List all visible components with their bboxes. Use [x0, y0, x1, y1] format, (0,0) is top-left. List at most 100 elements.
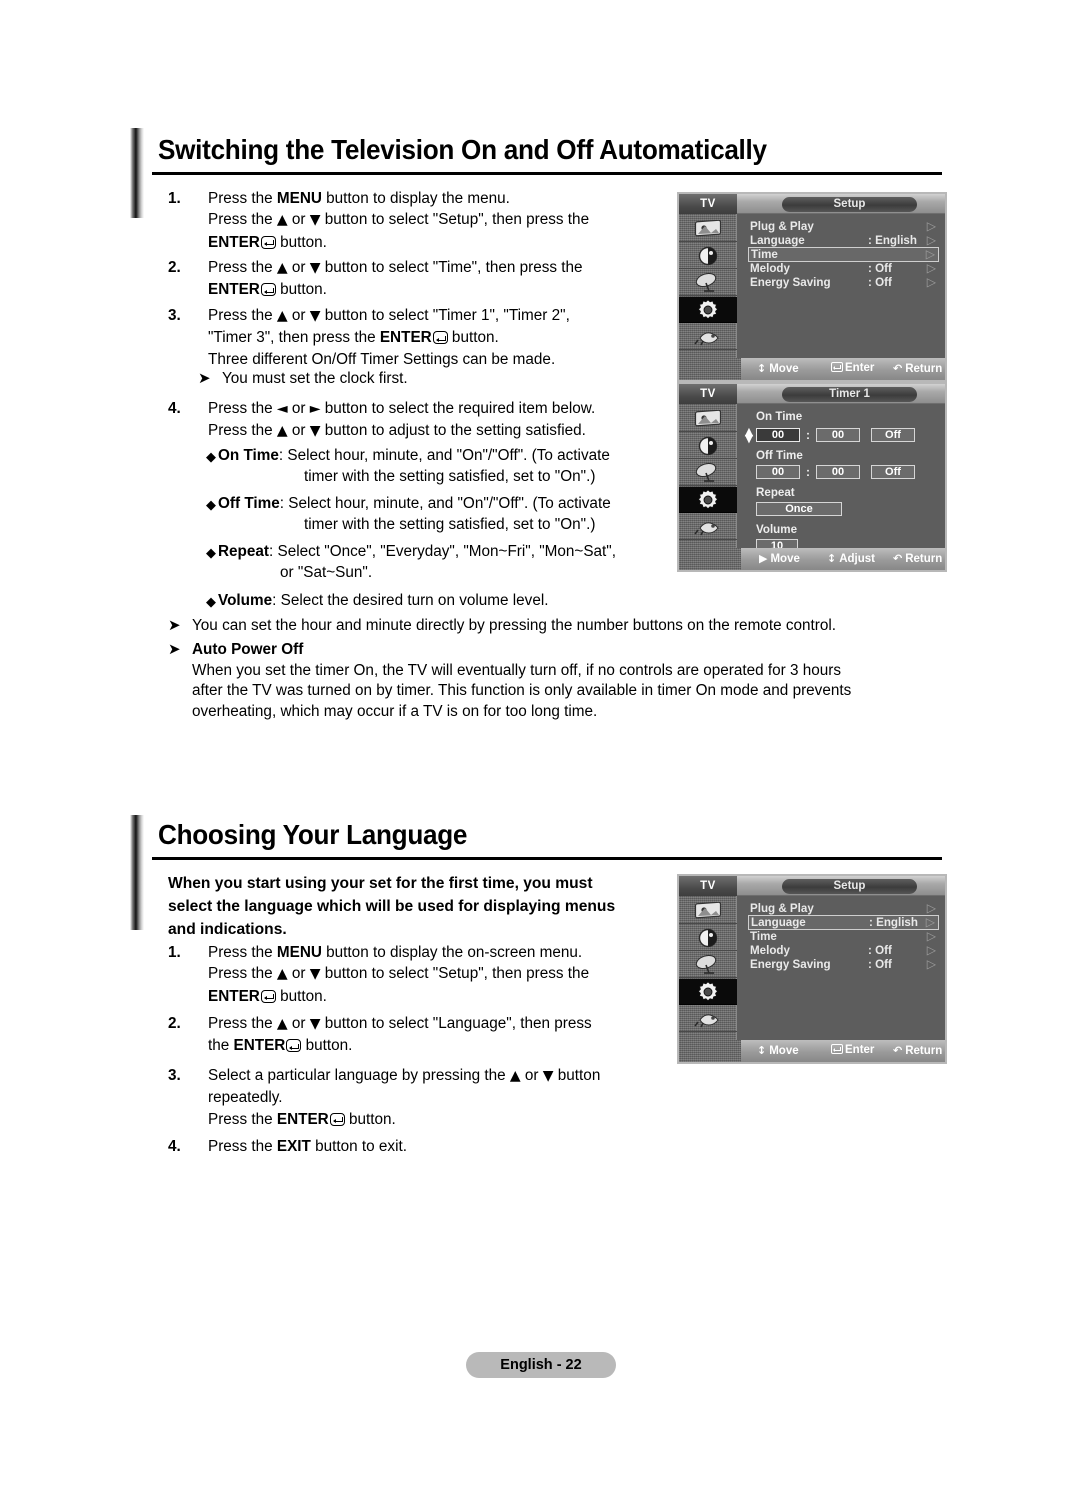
on-time-hour-field[interactable]: 00: [756, 428, 800, 442]
osd-row-label: Time: [751, 248, 778, 261]
lang-step-1: 1. Press the MENU button to display the …: [168, 942, 668, 1007]
enter-key-icon: [286, 1039, 302, 1053]
contrast-icon[interactable]: [679, 243, 737, 269]
step-2-line-2: ENTER button.: [208, 281, 327, 299]
osd-hint-enter-label: Enter: [845, 1044, 875, 1056]
lang-step-4-line-1: Press the EXIT button to exit.: [208, 1138, 407, 1155]
osd-row-time[interactable]: Time ▷: [748, 247, 939, 262]
chevron-right-icon: ▷: [926, 943, 936, 957]
osd-row-language[interactable]: Language : English ▷: [748, 915, 939, 930]
note-arrow-icon: ➤: [198, 369, 211, 387]
return-arrow-icon: ↶: [893, 552, 903, 565]
osd-row-melody[interactable]: Melody : Off ▷: [750, 262, 939, 276]
osd-hint-move: ↕ Move: [757, 1044, 799, 1057]
section-2-accent-bar: [130, 815, 144, 930]
gear-icon[interactable]: [679, 979, 737, 1005]
step-3-line-3: Three different On/Off Timer Settings ca…: [208, 350, 556, 368]
chevron-right-icon: ▷: [926, 233, 936, 247]
osd-icon-sidebar[interactable]: H: [679, 214, 737, 373]
osd-row-melody[interactable]: Melody : Off ▷: [750, 944, 939, 958]
return-arrow-icon: ↶: [893, 1044, 903, 1057]
note-remote-numbers-text: You can set the hour and minute directly…: [192, 617, 836, 634]
osd-hint-return-label: Return: [905, 553, 943, 565]
lang-step-1-line-3: ENTER button.: [208, 987, 327, 1005]
bullet-repeat-line-2: or "Sat~Sun".: [280, 564, 373, 582]
osd-row-label: Energy Saving: [750, 958, 831, 971]
lang-step-2: 2. Press the ▲ or ▼ button to select "La…: [168, 1013, 668, 1057]
step-3-note-text: You must set the clock first.: [222, 370, 408, 387]
osd-timer-form[interactable]: On Time ▲ ▼ 00 : 00 Off Off Time 00 : 00 …: [738, 404, 945, 553]
osd-row-value: : Off: [868, 262, 892, 275]
note-auto-power-off-line-2: after the TV was turned on by timer. Thi…: [192, 682, 852, 700]
on-time-state-field[interactable]: Off: [871, 428, 915, 442]
bullet-repeat: ◆ Repeat: Select "Once", "Everyday", "Mo…: [206, 541, 676, 584]
off-time-hour-field[interactable]: 00: [756, 465, 800, 479]
bullet-on-time-line-2: timer with the setting satisfied, set to…: [304, 468, 596, 486]
step-2-number: 2.: [168, 259, 181, 276]
osd-title: Setup: [782, 196, 917, 212]
osd-hint-return: ↶ Return: [893, 362, 942, 375]
osd-menu-list[interactable]: Plug & Play ▷ Language : English ▷ Time …: [738, 896, 945, 1040]
antenna-icon[interactable]: [679, 952, 737, 978]
picture-icon[interactable]: [679, 898, 737, 924]
bullet-repeat-term: Repeat: [218, 543, 270, 560]
picture-icon[interactable]: [679, 216, 737, 242]
osd-hint-move-label: Move: [769, 1045, 799, 1057]
up-down-cursor-icon: ▲ ▼: [744, 425, 754, 445]
off-time-minute-field[interactable]: 00: [816, 465, 860, 479]
step-4-line-1: Press the ◄ or ► button to select the re…: [208, 400, 596, 417]
chevron-right-icon: ▷: [925, 247, 935, 261]
plug-icon[interactable]: [679, 324, 737, 350]
repeat-value-field[interactable]: Once: [756, 502, 842, 516]
osd-timer-1[interactable]: TV Timer 1 H On Time ▲▼: [677, 382, 947, 572]
step-3-line-1: Press the ▲ or ▼ button to select "Timer…: [208, 307, 570, 324]
osd-icon-sidebar[interactable]: H: [679, 896, 737, 1055]
off-time-state-field[interactable]: Off: [871, 465, 915, 479]
bullet-on-time-line-1: On Time: Select hour, minute, and "On"/"…: [218, 445, 666, 466]
osd-row-energy-saving[interactable]: Energy Saving : Off ▷: [750, 958, 939, 972]
bullet-off-time-line-2: timer with the setting satisfied, set to…: [304, 516, 596, 534]
lang-step-3: 3. Select a particular language by press…: [168, 1065, 678, 1130]
on-time-minute-field[interactable]: 00: [816, 428, 860, 442]
bullet-volume-term: Volume: [218, 592, 273, 609]
section-1-title: Switching the Television On and Off Auto…: [158, 134, 767, 165]
section-2-rule: [152, 857, 942, 860]
osd-row-time[interactable]: Time ▷: [750, 930, 939, 944]
gear-icon[interactable]: [679, 297, 737, 323]
osd-icon-sidebar[interactable]: H: [679, 404, 737, 563]
bullet-repeat-line-1: Repeat: Select "Once", "Everyday", "Mon~…: [218, 541, 676, 562]
lang-step-3-line-2: repeatedly.: [208, 1089, 283, 1107]
chevron-right-icon: ▷: [926, 957, 936, 971]
lang-step-1-number: 1.: [168, 944, 181, 961]
step-1-line-2: Press the ▲ or ▼ button to select "Setup…: [208, 211, 590, 229]
step-1-line-3: ENTER button.: [208, 233, 327, 251]
plug-icon[interactable]: [679, 1006, 737, 1032]
osd-hint-move-label: Move: [769, 363, 799, 375]
gear-icon[interactable]: [679, 487, 737, 513]
osd-row-energy-saving[interactable]: Energy Saving : Off ▷: [750, 276, 939, 290]
enter-key-icon: [260, 235, 276, 249]
osd-setup-top[interactable]: TV Setup H Plug & Play: [677, 192, 947, 382]
plug-icon[interactable]: [679, 514, 737, 540]
antenna-icon[interactable]: [679, 460, 737, 486]
osd-hint-bar-tab: [679, 548, 741, 570]
chevron-right-icon: ▷: [926, 929, 936, 943]
picture-icon[interactable]: [679, 406, 737, 432]
page-footer-label: English - 22: [466, 1352, 616, 1378]
note-arrow-icon: ➤: [168, 616, 181, 634]
diamond-bullet-icon: ◆: [206, 545, 216, 560]
osd-title: Timer 1: [782, 386, 917, 402]
right-arrow-icon: ▶: [759, 552, 768, 565]
contrast-icon[interactable]: [679, 433, 737, 459]
osd-menu-list[interactable]: Plug & Play ▷ Language : English ▷ Time …: [738, 214, 945, 358]
contrast-icon[interactable]: [679, 925, 737, 951]
antenna-icon[interactable]: [679, 270, 737, 296]
osd-setup-bottom[interactable]: TV Setup H Plug & Play: [677, 874, 947, 1064]
step-4-line-2: Press the ▲ or ▼ button to adjust to the…: [208, 422, 586, 440]
osd-row-language[interactable]: Language : English ▷: [750, 234, 939, 248]
osd-hint-bar-tab: [679, 1040, 741, 1062]
osd-row-plug-and-play[interactable]: Plug & Play ▷: [750, 220, 939, 234]
osd-row-plug-and-play[interactable]: Plug & Play ▷: [750, 902, 939, 916]
osd-hint-move-label: Move: [770, 553, 800, 565]
osd-row-value: : English: [868, 234, 917, 247]
